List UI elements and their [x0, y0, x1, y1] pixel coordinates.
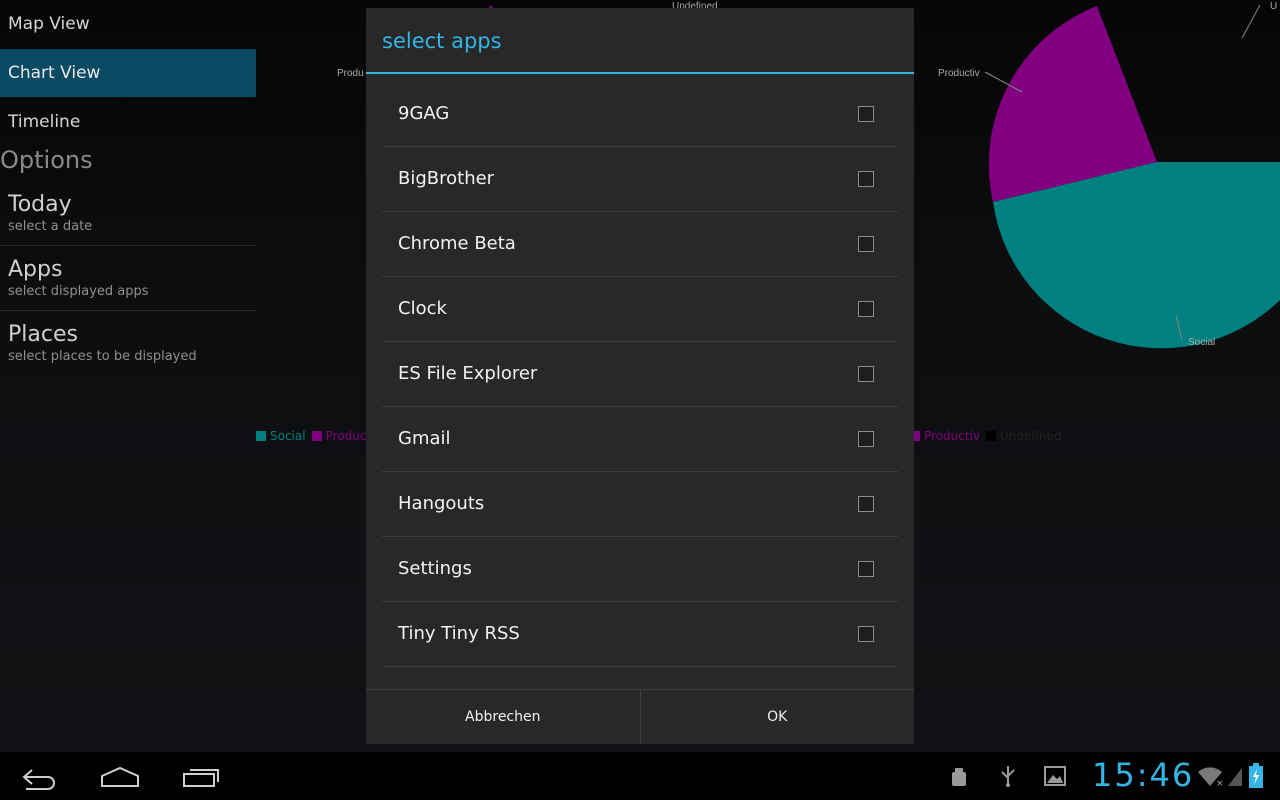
option-title: Apps	[8, 257, 63, 282]
pie-label-social: Social	[1188, 337, 1215, 348]
gallery-icon	[1044, 766, 1066, 786]
battery-icon	[1249, 763, 1263, 788]
legend-right: Productiv Undefined	[910, 428, 1062, 443]
wifi-icon: ×	[1198, 767, 1224, 788]
legend-left: Social Product	[256, 428, 371, 443]
option-subtitle: select a date	[8, 219, 93, 234]
checkbox[interactable]	[858, 496, 874, 512]
home-icon[interactable]	[100, 766, 140, 788]
list-item-label: BigBrother	[398, 168, 495, 189]
option-subtitle: select places to be displayed	[8, 349, 197, 364]
pie-label-produ: Produ	[337, 68, 364, 79]
list-item-label: Chrome Beta	[398, 233, 516, 254]
cancel-button[interactable]: Abbrechen	[366, 690, 641, 744]
nav-item-chart-view[interactable]: Chart View	[0, 49, 256, 97]
option-title: Today	[8, 192, 72, 217]
list-item[interactable]: Chrome Beta	[382, 212, 898, 277]
option-today[interactable]: Today select a date	[0, 182, 256, 246]
option-apps[interactable]: Apps select displayed apps	[0, 247, 256, 311]
legend-label-productiv: Productiv	[924, 428, 980, 443]
list-item[interactable]: Settings	[382, 537, 898, 602]
select-apps-dialog: select apps 9GAG BigBrother Chrome Beta …	[366, 8, 914, 744]
signal-icon	[1228, 768, 1242, 786]
list-item-label: Clock	[398, 298, 447, 319]
checkbox[interactable]	[858, 171, 874, 187]
svg-text:×: ×	[1216, 779, 1224, 788]
list-item[interactable]: Hangouts	[382, 472, 898, 537]
back-icon[interactable]	[20, 764, 60, 790]
list-item-label: ES File Explorer	[398, 363, 538, 384]
checkbox[interactable]	[858, 106, 874, 122]
sidebar: Map View Chart View Timeline Options Tod…	[0, 0, 256, 752]
dialog-button-bar: Abbrechen OK	[366, 689, 914, 744]
usb-icon	[1001, 766, 1015, 787]
options-heading: Options	[0, 146, 93, 174]
list-item-label: You Are Your Own Gym	[398, 667, 603, 690]
list-item[interactable]: Gmail	[382, 407, 898, 472]
android-debug-icon	[952, 768, 966, 786]
list-item[interactable]: You Are Your Own Gym	[382, 667, 898, 690]
list-item-label: Tiny Tiny RSS	[398, 623, 520, 644]
option-subtitle: select displayed apps	[8, 284, 149, 299]
recent-apps-icon[interactable]	[182, 766, 220, 788]
nav-item-map-view[interactable]: Map View	[0, 0, 256, 48]
list-item[interactable]: 9GAG	[382, 82, 898, 147]
list-item[interactable]: Tiny Tiny RSS	[382, 602, 898, 667]
pie-leader-undefined	[1241, 4, 1261, 39]
list-item-label: 9GAG	[398, 103, 450, 124]
checkbox[interactable]	[858, 431, 874, 447]
checkbox[interactable]	[858, 301, 874, 317]
list-item-label: Settings	[398, 558, 472, 579]
ok-button[interactable]: OK	[641, 690, 915, 744]
list-item[interactable]: BigBrother	[382, 147, 898, 212]
app-list[interactable]: 9GAG BigBrother Chrome Beta Clock ES Fil…	[382, 82, 898, 690]
list-item-label: Hangouts	[398, 493, 485, 514]
checkbox[interactable]	[858, 626, 874, 642]
dialog-title: select apps	[366, 8, 914, 74]
list-item[interactable]: Clock	[382, 277, 898, 342]
pie-label-productiv: Productiv	[938, 68, 980, 79]
checkbox[interactable]	[858, 561, 874, 577]
checkbox[interactable]	[858, 236, 874, 252]
legend-swatch-product	[311, 430, 322, 441]
legend-label-undefined: Undefined	[1000, 428, 1062, 443]
list-item[interactable]: ES File Explorer	[382, 342, 898, 407]
legend-label-social: Social	[270, 428, 306, 443]
legend-swatch-undefined	[986, 430, 996, 441]
system-navigation-bar: 15:46 ×	[0, 752, 1280, 800]
list-item-label: Gmail	[398, 428, 451, 449]
pie-label-undefined-right: U	[1270, 1, 1277, 12]
checkbox[interactable]	[858, 366, 874, 382]
option-title: Places	[8, 322, 78, 347]
option-places[interactable]: Places select places to be displayed	[0, 312, 256, 376]
legend-swatch-social	[256, 430, 266, 441]
nav-item-timeline[interactable]: Timeline	[0, 98, 256, 146]
legend-label-product: Product	[325, 428, 372, 443]
clock: 15:46	[1092, 756, 1195, 794]
